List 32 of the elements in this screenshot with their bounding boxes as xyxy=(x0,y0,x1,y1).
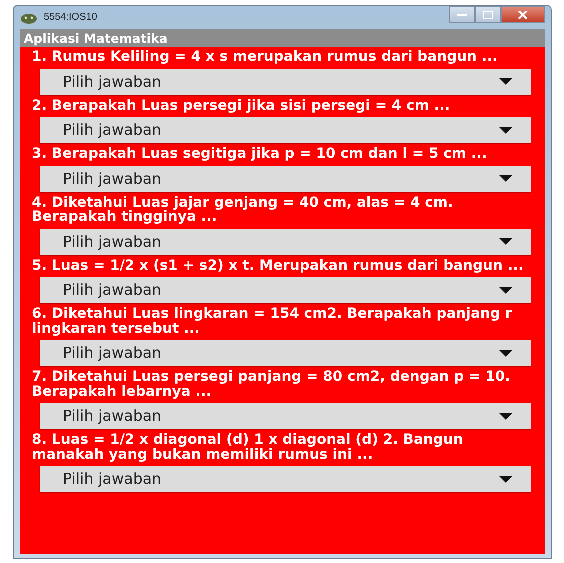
caret-icon xyxy=(499,412,513,420)
question-text: 3. Berapakah Luas segitiga jika p = 10 cm dan l = 5 cm ... xyxy=(32,147,488,162)
caret-icon xyxy=(499,78,513,85)
answer-dropdown[interactable]: Pilih jawaban xyxy=(40,277,531,303)
answer-dropdown[interactable]: Pilih jawaban xyxy=(40,228,531,254)
answer-dropdown[interactable]: Pilih jawaban xyxy=(40,68,531,94)
question-text: 6. Diketahui Luas lingkaran = 154 cm2. Berapakah panjang r lingkaran tersebut ... xyxy=(32,307,514,336)
answer-dropdown[interactable]: Pilih jawaban xyxy=(40,340,531,366)
minimize-icon xyxy=(457,12,467,16)
close-icon xyxy=(518,10,528,18)
caret-icon xyxy=(499,350,513,356)
caret-icon xyxy=(499,286,513,294)
maximize-icon xyxy=(483,10,493,18)
window-title: 5554:IOS10 xyxy=(44,12,98,23)
question-text: 8. Luas = 1/2 x diagonal (d) 1 x diagonal (d) 2. Bangun manakah yang bukan memiliki rumus ini ... xyxy=(32,433,464,462)
question-text: 7. Diketahui Luas persegi panjang = 80 cm2, dengan p = 10. Berapakah lebarnya ... xyxy=(32,370,512,399)
caret-icon xyxy=(499,126,513,134)
question-text: 2. Berapakah Luas persegi jika sisi persegi = 4 cm ... xyxy=(32,98,452,113)
close-button[interactable] xyxy=(501,6,545,23)
answer-dropdown[interactable]: Pilih jawaban xyxy=(40,166,531,192)
answer-dropdown[interactable]: Pilih jawaban xyxy=(40,466,531,492)
caret-icon xyxy=(499,476,513,482)
maximize-button[interactable] xyxy=(475,6,501,23)
question-text: 1. Rumus Keliling = 4 x s merupakan rumus dari bangun ... xyxy=(32,50,499,64)
question-text: 4. Diketahui Luas jajar genjang = 40 cm, alas = 4 cm. Berapakah tingginya ... xyxy=(32,196,454,224)
app-title: Aplikasi Matematika xyxy=(24,30,168,46)
caret-icon xyxy=(499,238,513,245)
caret-icon xyxy=(499,175,513,182)
question-text: 5. Luas = 1/2 x (s1 + s2) x t. Merupakan rumus dari bangun ... xyxy=(32,258,525,273)
answer-dropdown[interactable]: Pilih jawaban xyxy=(40,403,531,429)
minimize-button[interactable] xyxy=(449,6,475,23)
answer-dropdown[interactable]: Pilih jawaban xyxy=(40,117,531,143)
